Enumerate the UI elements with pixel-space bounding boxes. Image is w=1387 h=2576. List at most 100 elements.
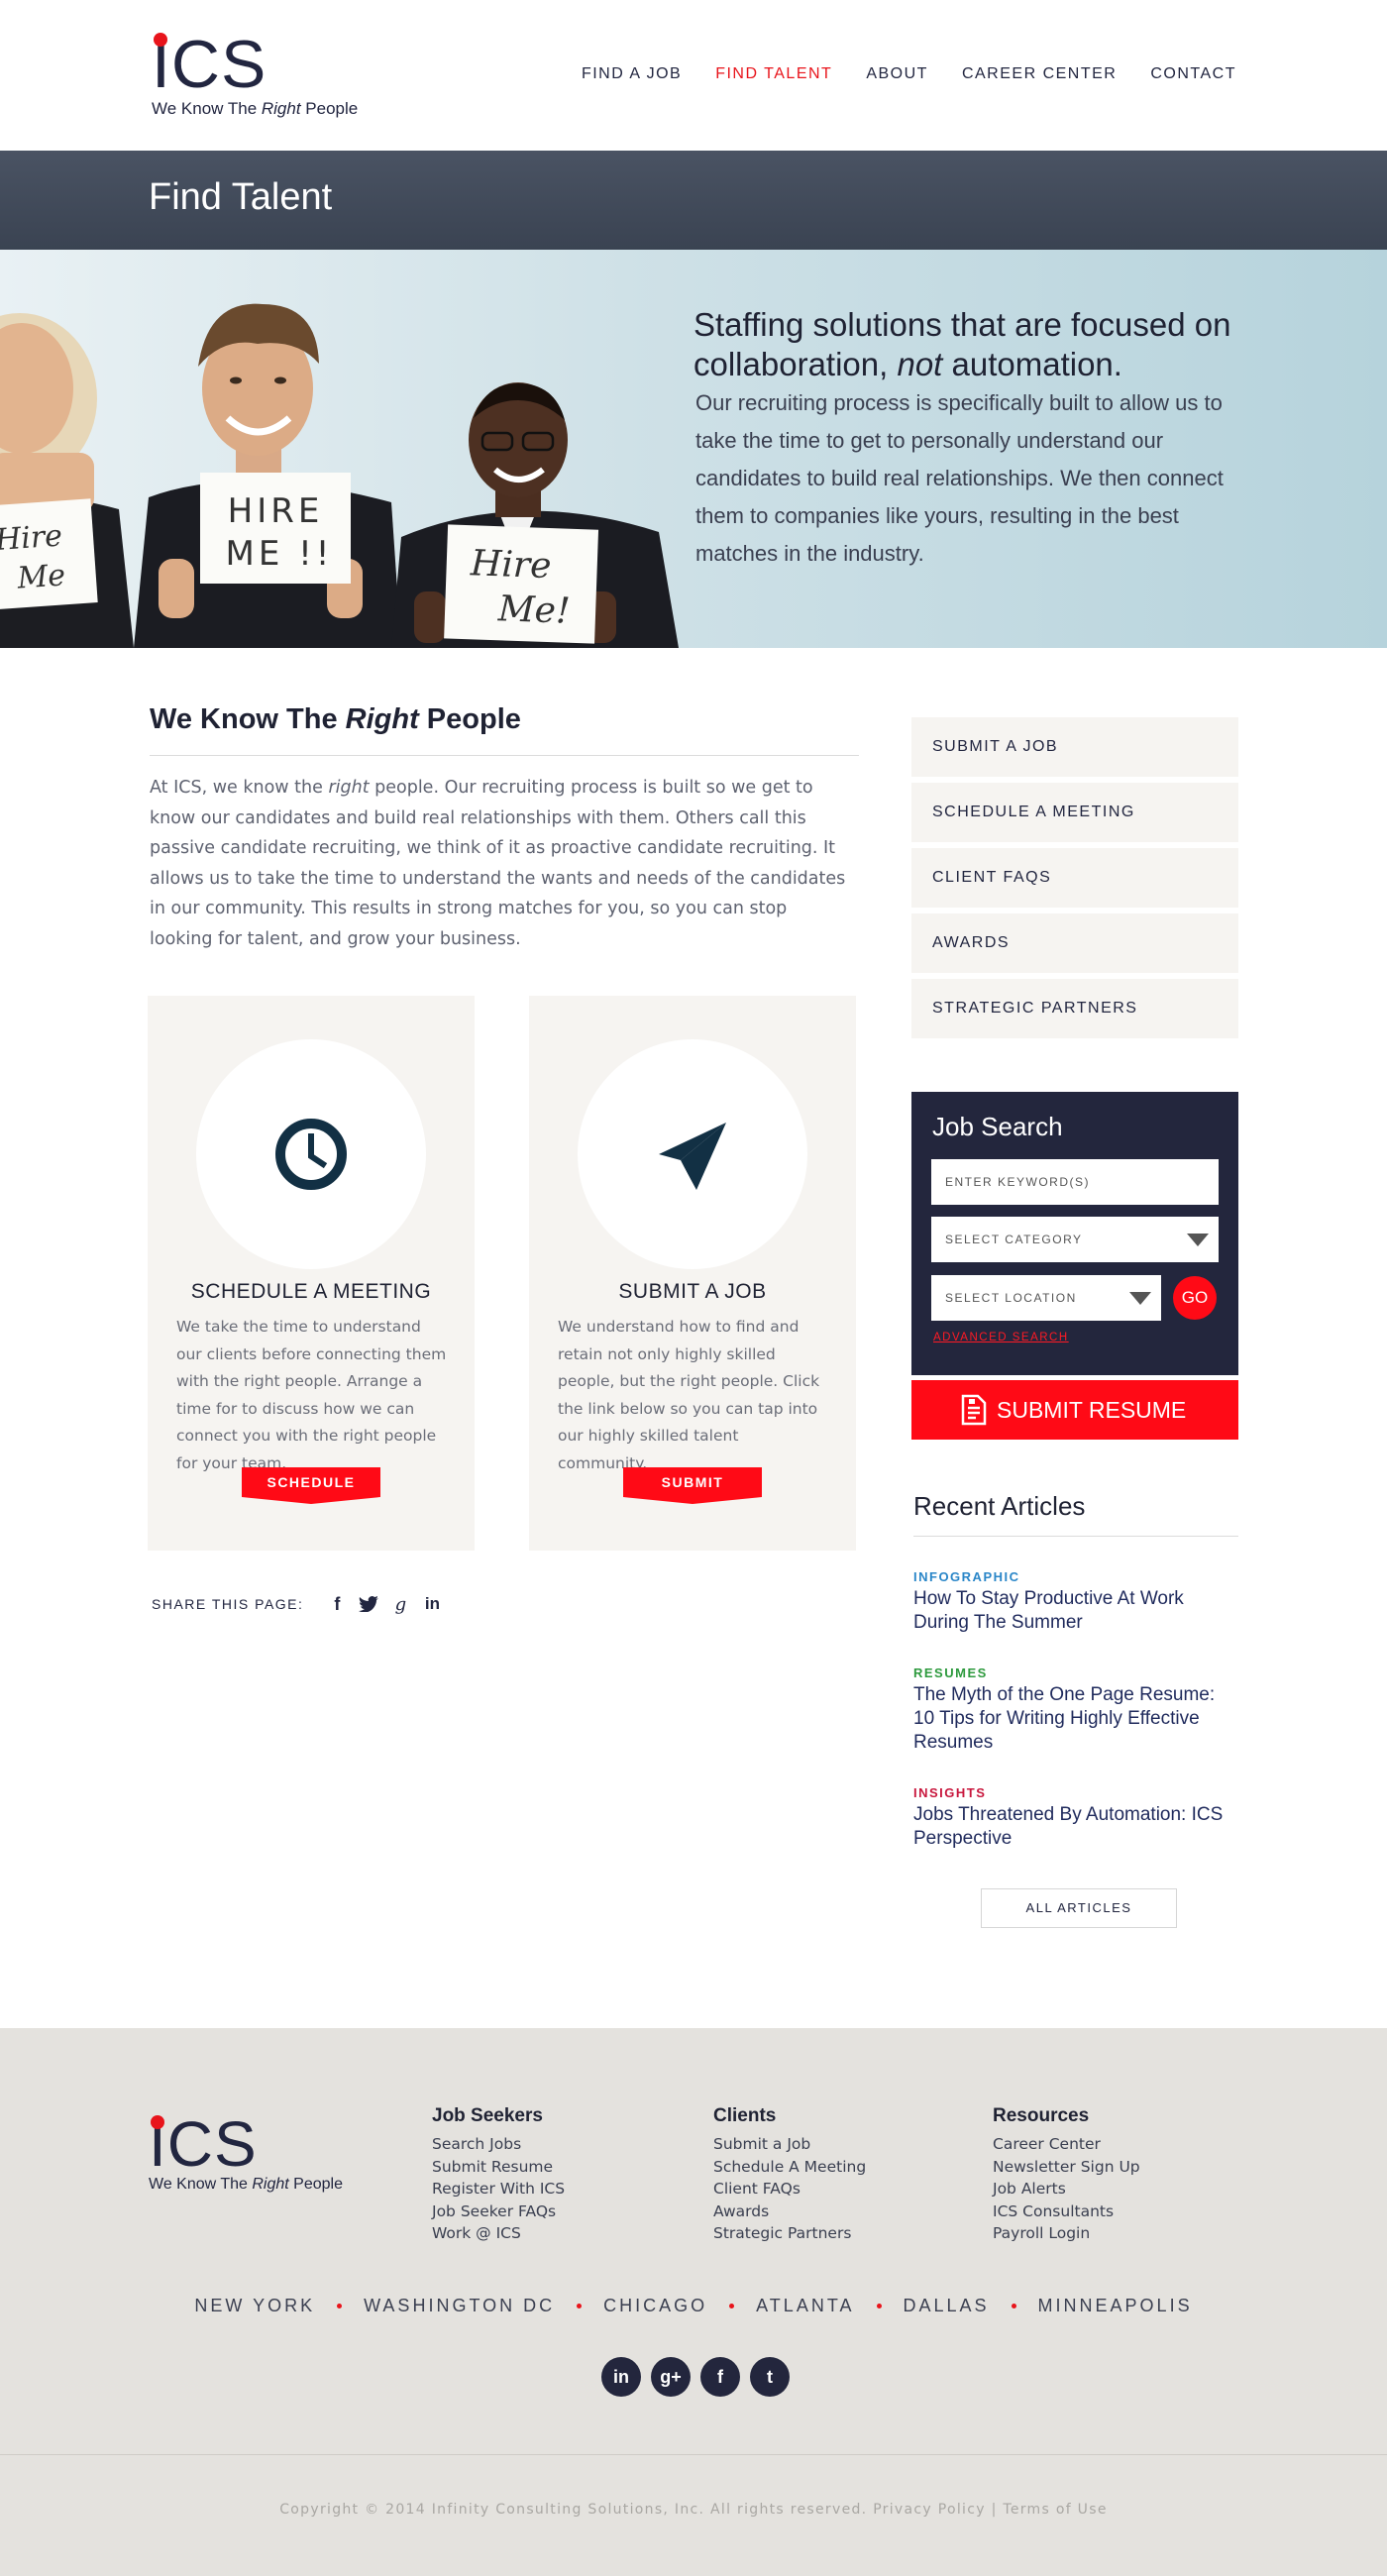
go-button[interactable]: GO <box>1173 1276 1217 1320</box>
sidebar-link-submit-job[interactable]: SUBMIT A JOB <box>911 717 1238 777</box>
hero-heading-pre: collaboration, <box>694 346 898 382</box>
city-separator-dot <box>577 2304 583 2308</box>
footer-column-heading: Clients <box>713 2105 777 2126</box>
article-category[interactable]: INSIGHTS <box>913 1785 1240 1800</box>
footer-link[interactable]: Search Jobs <box>432 2133 565 2156</box>
nav-find-a-job[interactable]: FIND A JOB <box>582 65 682 83</box>
hero-photo: Hire Me HIRE ME !! Hire Me! <box>0 303 679 648</box>
google-plus-icon[interactable]: g+ <box>651 2357 691 2397</box>
footer-link[interactable]: Newsletter Sign Up <box>993 2156 1140 2179</box>
logo[interactable]: ICS We Know The Right People <box>152 30 358 119</box>
card-icon-circle <box>196 1039 426 1269</box>
article-title-link[interactable]: How To Stay Productive At Work During Th… <box>913 1587 1240 1635</box>
section-title-after: People <box>418 703 521 735</box>
twitter-icon[interactable] <box>359 1594 379 1614</box>
city-separator-dot <box>1011 2304 1016 2308</box>
sidebar-link-awards[interactable]: AWARDS <box>911 913 1238 973</box>
hero-heading-emphasis: not <box>897 346 943 382</box>
footer-link[interactable]: Schedule A Meeting <box>713 2156 866 2179</box>
nav-contact[interactable]: CONTACT <box>1150 65 1236 83</box>
section-title-before: We Know The <box>150 703 346 735</box>
intro-after: people. Our recruiting process is built … <box>150 778 846 949</box>
intro-emphasis: right <box>328 778 370 798</box>
sidebar-link-strategic-partners[interactable]: STRATEGIC PARTNERS <box>911 979 1238 1038</box>
facebook-icon[interactable]: f <box>700 2357 740 2397</box>
sign-2-line-2: ME !! <box>226 534 334 574</box>
footer-link[interactable]: Submit a Job <box>713 2133 866 2156</box>
card-icon-circle <box>578 1039 807 1269</box>
share-bar: SHARE THIS PAGE: f g in <box>152 1594 442 1615</box>
clock-icon <box>275 1119 347 1190</box>
footer-link[interactable]: Job Alerts <box>993 2178 1140 2200</box>
footer-social-links: in g+ f t <box>601 2357 790 2397</box>
section-divider <box>150 755 859 756</box>
nav-about[interactable]: ABOUT <box>866 65 928 83</box>
schedule-button[interactable]: SCHEDULE <box>242 1467 380 1504</box>
article-title-link[interactable]: Jobs Threatened By Automation: ICS Persp… <box>913 1803 1240 1851</box>
footer-link[interactable]: Payroll Login <box>993 2222 1140 2245</box>
sidebar-link-schedule-meeting[interactable]: SCHEDULE A MEETING <box>911 783 1238 842</box>
all-articles-button[interactable]: ALL ARTICLES <box>981 1888 1177 1928</box>
article-item: INSIGHTS Jobs Threatened By Automation: … <box>913 1785 1240 1851</box>
submit-resume-button[interactable]: SUBMIT RESUME <box>911 1380 1238 1440</box>
paper-plane-icon <box>659 1123 726 1190</box>
site-header: ICS We Know The Right People FIND A JOB … <box>0 0 1387 151</box>
city-washington-dc: WASHINGTON DC <box>364 2296 556 2315</box>
city-separator-dot <box>729 2304 735 2308</box>
linkedin-icon[interactable]: in <box>601 2357 641 2397</box>
article-title-link[interactable]: The Myth of the One Page Resume: 10 Tips… <box>913 1683 1240 1755</box>
footer-link[interactable]: ICS Consultants <box>993 2200 1140 2223</box>
footer-logo[interactable]: ICS We Know The Right People <box>149 2112 343 2194</box>
hero-heading: Staffing solutions that are focused on c… <box>694 305 1288 384</box>
location-select-value: SELECT LOCATION <box>945 1291 1077 1305</box>
article-category[interactable]: RESUMES <box>913 1665 1240 1680</box>
logo-wordmark: ICS <box>149 2112 343 2176</box>
footer-link[interactable]: Job Seeker FAQs <box>432 2200 565 2223</box>
article-item: RESUMES The Myth of the One Page Resume:… <box>913 1665 1240 1755</box>
section-title: We Know The Right People <box>150 703 521 736</box>
facebook-icon[interactable]: f <box>327 1594 347 1614</box>
footer-link[interactable]: Work @ ICS <box>432 2222 565 2245</box>
terms-of-use-link[interactable]: Terms of Use <box>1003 2502 1107 2518</box>
nav-find-talent[interactable]: FIND TALENT <box>715 65 832 83</box>
twitter-icon[interactable]: t <box>750 2357 790 2397</box>
logo-dot <box>151 2115 164 2129</box>
privacy-policy-link[interactable]: Privacy Policy <box>873 2502 986 2518</box>
footer-link[interactable]: Client FAQs <box>713 2178 866 2200</box>
site-footer: ICS We Know The Right People Job Seekers… <box>0 2028 1387 2576</box>
sign-3-line-1: Hire <box>469 543 552 587</box>
city-separator-dot <box>337 2304 343 2308</box>
intro-before: At ICS, we know the <box>150 778 329 798</box>
sidebar-link-client-faqs[interactable]: CLIENT FAQs <box>911 848 1238 908</box>
article-category[interactable]: INFOGRAPHIC <box>913 1569 1240 1584</box>
person-middle: HIRE ME !! <box>134 303 401 648</box>
city-minneapolis: MINNEAPOLIS <box>1037 2296 1193 2315</box>
footer-link[interactable]: Career Center <box>993 2133 1140 2156</box>
sign-2-line-1: HIRE <box>228 491 324 531</box>
google-plus-icon[interactable]: g <box>390 1594 410 1615</box>
tagline-emphasis: Right <box>261 99 301 118</box>
submit-resume-label: SUBMIT RESUME <box>997 1397 1187 1423</box>
sign-1-line-2: Me <box>15 558 66 595</box>
document-icon <box>961 1394 987 1426</box>
card-text: We understand how to find and retain not… <box>558 1318 820 1472</box>
category-select[interactable]: SELECT CATEGORY <box>931 1217 1219 1262</box>
submit-job-button[interactable]: SUBMIT <box>623 1467 762 1504</box>
logo-wordmark: ICS <box>152 30 358 99</box>
location-select[interactable]: SELECT LOCATION <box>931 1275 1161 1321</box>
nav-career-center[interactable]: CAREER CENTER <box>962 65 1117 83</box>
footer-link[interactable]: Register With ICS <box>432 2178 565 2200</box>
person-left: Hire Me <box>0 313 134 648</box>
footer-link[interactable]: Awards <box>713 2200 866 2223</box>
hero-heading-line-1: Staffing solutions that are focused on <box>694 306 1231 343</box>
footer-link[interactable]: Submit Resume <box>432 2156 565 2179</box>
footer-column-heading: Job Seekers <box>432 2105 543 2126</box>
linkedin-icon[interactable]: in <box>422 1594 442 1614</box>
chevron-down-icon <box>1187 1234 1209 1246</box>
advanced-search-link[interactable]: ADVANCED SEARCH <box>933 1332 1069 1343</box>
logo-dot <box>154 33 167 47</box>
keyword-input[interactable]: ENTER KEYWORD(S) <box>931 1159 1219 1205</box>
city-separator-dot <box>876 2304 882 2308</box>
person-right: Hire Me! <box>391 382 679 648</box>
footer-link[interactable]: Strategic Partners <box>713 2222 866 2245</box>
